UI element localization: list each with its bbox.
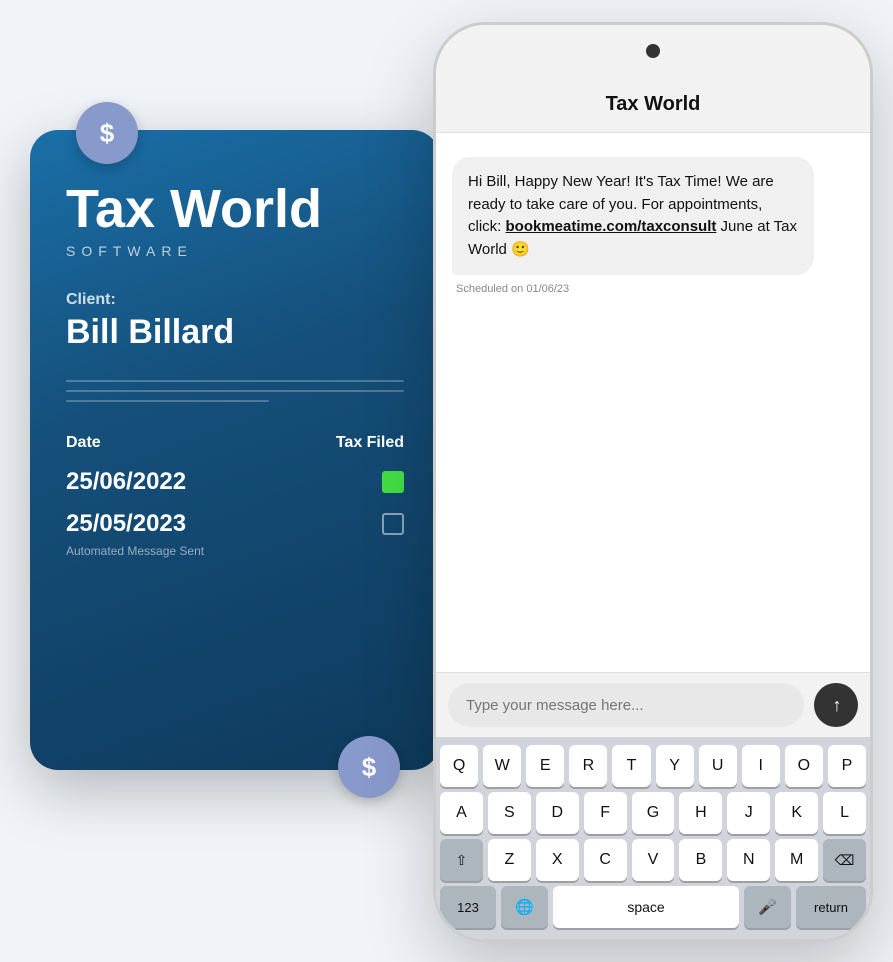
- key-c[interactable]: C: [584, 839, 627, 881]
- key-m[interactable]: M: [775, 839, 818, 881]
- key-a[interactable]: A: [440, 792, 483, 834]
- keyboard-row-2: A S D F G H J K L: [440, 792, 866, 834]
- client-label: Client:: [66, 291, 404, 309]
- key-i[interactable]: I: [742, 745, 780, 787]
- key-e[interactable]: E: [526, 745, 564, 787]
- send-button[interactable]: ↑: [814, 683, 858, 727]
- card-subtitle: SOFTWARE: [66, 243, 404, 259]
- keyboard-row-4: 123 🌐 space 🎤 return: [440, 886, 866, 928]
- input-area: ↑: [436, 672, 870, 737]
- tax-card: $ Tax World SOFTWARE Client: Bill Billar…: [30, 130, 440, 770]
- key-h[interactable]: H: [679, 792, 722, 834]
- key-t[interactable]: T: [612, 745, 650, 787]
- date-1: 25/06/2022: [66, 468, 186, 496]
- key-x[interactable]: X: [536, 839, 579, 881]
- key-o[interactable]: O: [785, 745, 823, 787]
- key-l[interactable]: L: [823, 792, 866, 834]
- keyboard-row-3: ⇧ Z X C V B N M ⌫: [440, 839, 866, 881]
- divider-lines: [66, 380, 404, 402]
- divider-line-1: [66, 380, 404, 382]
- keyboard-row-1: Q W E R T Y U I O P: [440, 745, 866, 787]
- key-backspace[interactable]: ⌫: [823, 839, 866, 881]
- client-name: Bill Billard: [66, 313, 404, 352]
- divider-line-3: [66, 400, 269, 402]
- key-r[interactable]: R: [569, 745, 607, 787]
- dollar-icon-top: $: [76, 102, 138, 164]
- phone-app-title: Tax World: [606, 93, 701, 116]
- key-globe[interactable]: 🌐: [501, 886, 548, 928]
- phone-screen: Tax World Hi Bill, Happy New Year! It's …: [436, 77, 870, 939]
- key-y[interactable]: Y: [656, 745, 694, 787]
- key-space[interactable]: space: [553, 886, 740, 928]
- key-w[interactable]: W: [483, 745, 521, 787]
- scene: $ Tax World SOFTWARE Client: Bill Billar…: [0, 0, 893, 962]
- checkbox-filed-2: [382, 513, 404, 535]
- key-v[interactable]: V: [632, 839, 675, 881]
- automated-msg: Automated Message Sent: [66, 544, 404, 558]
- key-return[interactable]: return: [796, 886, 866, 928]
- key-123[interactable]: 123: [440, 886, 496, 928]
- message-bubble: Hi Bill, Happy New Year! It's Tax Time! …: [452, 157, 814, 275]
- key-b[interactable]: B: [679, 839, 722, 881]
- key-shift[interactable]: ⇧: [440, 839, 483, 881]
- message-input[interactable]: [448, 683, 804, 727]
- phone-shell: Tax World Hi Bill, Happy New Year! It's …: [433, 22, 873, 942]
- table-header: Date Tax Filed: [66, 434, 404, 452]
- message-text: Hi Bill, Happy New Year! It's Tax Time! …: [468, 171, 798, 261]
- dollar-icon-bottom: $: [338, 736, 400, 798]
- key-z[interactable]: Z: [488, 839, 531, 881]
- phone-camera: [646, 44, 660, 58]
- phone-wrapper: Tax World Hi Bill, Happy New Year! It's …: [433, 22, 873, 942]
- checkbox-filed-1: [382, 471, 404, 493]
- divider-line-2: [66, 390, 404, 392]
- key-u[interactable]: U: [699, 745, 737, 787]
- key-f[interactable]: F: [584, 792, 627, 834]
- key-j[interactable]: J: [727, 792, 770, 834]
- table-row-1: 25/06/2022: [66, 468, 404, 496]
- col-filed-header: Tax Filed: [336, 434, 404, 452]
- keyboard: Q W E R T Y U I O P A S D: [436, 737, 870, 939]
- message-timestamp: Scheduled on 01/06/23: [452, 283, 854, 295]
- message-area: Hi Bill, Happy New Year! It's Tax Time! …: [436, 133, 870, 672]
- phone-header: Tax World: [436, 77, 870, 133]
- date-2: 25/05/2023: [66, 510, 186, 538]
- message-link[interactable]: bookmeatime.com/taxconsult: [506, 218, 717, 235]
- phone-notch: [436, 25, 870, 77]
- key-s[interactable]: S: [488, 792, 531, 834]
- key-q[interactable]: Q: [440, 745, 478, 787]
- table-row-2: 25/05/2023: [66, 510, 404, 538]
- key-p[interactable]: P: [828, 745, 866, 787]
- card-title: Tax World: [66, 180, 404, 239]
- key-k[interactable]: K: [775, 792, 818, 834]
- key-d[interactable]: D: [536, 792, 579, 834]
- col-date-header: Date: [66, 434, 101, 452]
- key-n[interactable]: N: [727, 839, 770, 881]
- key-g[interactable]: G: [632, 792, 675, 834]
- send-icon: ↑: [833, 695, 842, 716]
- key-mic[interactable]: 🎤: [744, 886, 791, 928]
